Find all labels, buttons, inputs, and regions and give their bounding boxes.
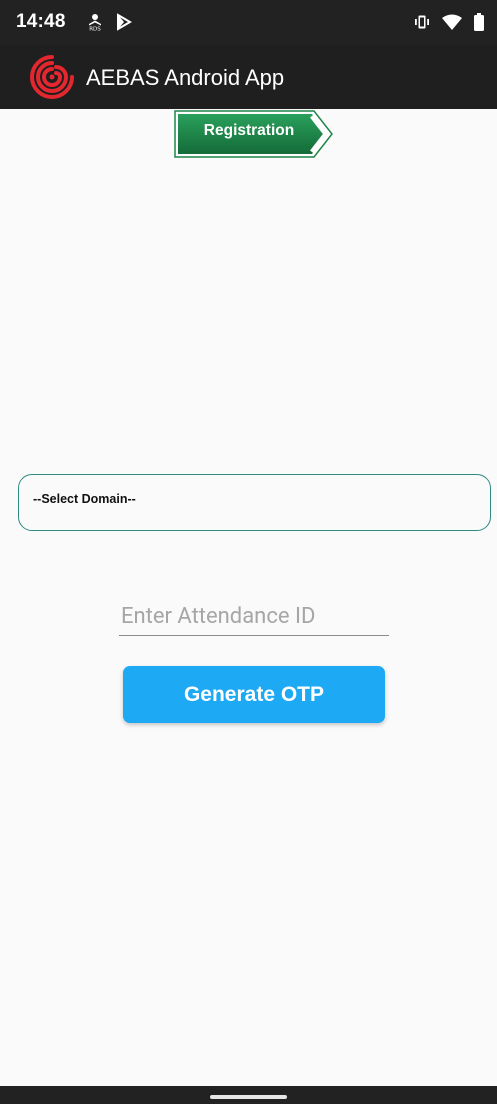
home-gesture-handle[interactable] [210,1095,287,1099]
status-time: 14:48 [16,11,66,32]
registration-label: Registration [203,122,295,139]
attendance-id-input[interactable] [119,598,389,636]
status-bar: 14:48 RDS [0,0,497,45]
app-title: AEBAS Android App [86,65,285,90]
status-right-icons [413,12,485,32]
svg-text:RDS: RDS [89,27,101,32]
domain-select[interactable]: --Select Domain-- [18,474,491,531]
play-icon [116,13,132,31]
status-left-icons: RDS [84,13,132,31]
fingerprint-spiral-logo [26,51,78,103]
registration-screen: 14:48 RDS AEBAS Android App Registration… [0,0,497,1104]
wifi-icon [441,13,463,31]
rds-person-icon: RDS [84,13,106,31]
vibrate-icon [413,13,431,31]
registration-badge: Registration [174,110,334,158]
generate-otp-button[interactable]: Generate OTP [123,666,385,723]
domain-select-value: --Select Domain-- [33,492,136,506]
battery-icon [473,12,485,32]
app-bar: AEBAS Android App [0,45,497,109]
navigation-bar [0,1086,497,1104]
